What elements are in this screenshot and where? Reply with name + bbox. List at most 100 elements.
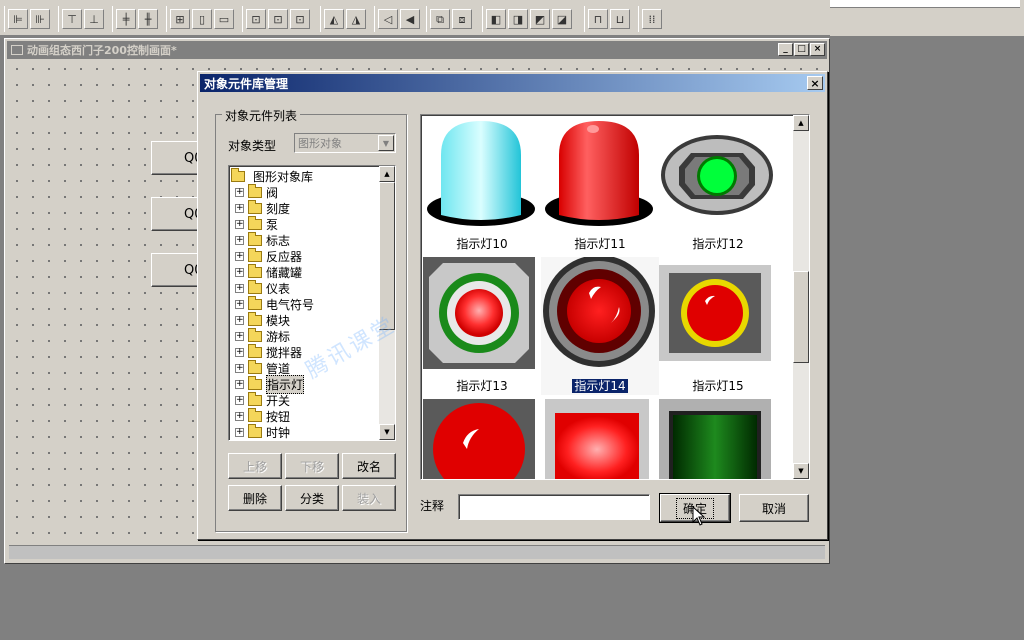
tree-item[interactable]: + 搅拌器	[235, 343, 302, 360]
scroll-up-icon[interactable]: ▲	[793, 115, 809, 131]
same-height-icon[interactable]: ▭	[214, 9, 234, 29]
tree-item[interactable]: + 按钮	[235, 407, 290, 424]
expand-icon[interactable]: +	[235, 219, 244, 229]
space-even-icon[interactable]: ⊡	[290, 9, 310, 29]
flip-v-icon[interactable]: ◮	[346, 9, 366, 29]
mdi-horizontal-scrollbar[interactable]	[9, 545, 825, 559]
bring-front-icon[interactable]: ◧	[486, 9, 506, 29]
rotate-left-icon[interactable]: ◁	[378, 9, 398, 29]
move-up-button[interactable]: 上移	[228, 453, 282, 479]
expand-icon[interactable]: +	[235, 251, 244, 261]
scroll-down-icon[interactable]: ▼	[793, 463, 809, 479]
align-vcenter-icon[interactable]: ╪	[116, 9, 136, 29]
unlock-icon[interactable]: ⊔	[610, 9, 630, 29]
scroll-down-icon[interactable]: ▼	[379, 424, 395, 440]
preview-label: 指示灯10	[456, 237, 508, 251]
expand-icon[interactable]: +	[235, 379, 244, 389]
tree-item[interactable]: + 电气符号	[235, 295, 314, 312]
preview-label-selected: 指示灯14	[572, 379, 628, 393]
preview-item-10[interactable]: 指示灯10	[423, 115, 541, 253]
preview-item-12[interactable]: 指示灯12	[659, 115, 777, 253]
mouse-cursor-icon	[692, 506, 706, 526]
group-icon[interactable]: ⧉	[430, 9, 450, 29]
align-right-icon[interactable]: ⊪	[30, 9, 50, 29]
same-width-icon[interactable]: ▯	[192, 9, 212, 29]
scroll-up-icon[interactable]: ▲	[379, 166, 395, 182]
mdi-title-bar[interactable]: 动画组态西门子200控制画面* _ □ ×	[7, 41, 827, 59]
dialog-close-button[interactable]: ×	[807, 76, 823, 90]
tree-root[interactable]: 图形对象库	[231, 167, 313, 184]
preview-item-17[interactable]	[541, 399, 659, 479]
load-button[interactable]: 装入	[342, 485, 396, 511]
same-size-icon[interactable]: ⊞	[170, 9, 190, 29]
tree-item[interactable]: + 游标	[235, 327, 291, 344]
preview-scrollbar[interactable]: ▲ ▼	[793, 115, 809, 479]
ungroup-icon[interactable]: ⧈	[452, 9, 472, 29]
minimize-button[interactable]: _	[778, 43, 793, 56]
expand-icon[interactable]: +	[235, 203, 244, 213]
delete-button[interactable]: 删除	[228, 485, 282, 511]
align-hcenter-icon[interactable]: ╫	[138, 9, 158, 29]
preview-item-18[interactable]	[659, 399, 777, 479]
rename-button[interactable]: 改名	[342, 453, 396, 479]
expand-icon[interactable]: +	[235, 411, 244, 421]
align-left-icon[interactable]: ⊫	[8, 9, 28, 29]
tree-item[interactable]: + 模块	[235, 311, 290, 328]
expand-icon[interactable]: +	[235, 331, 244, 341]
expand-icon[interactable]: +	[235, 395, 244, 405]
expand-icon[interactable]: +	[235, 283, 244, 293]
tree-item-label: 游标	[266, 329, 291, 344]
expand-icon[interactable]: +	[235, 363, 244, 373]
preview-item-14[interactable]: 指示灯14	[541, 255, 659, 395]
chevron-down-icon[interactable]: ▼	[378, 135, 394, 151]
tree-item[interactable]: + 时钟	[235, 423, 290, 440]
space-h-icon[interactable]: ⊡	[246, 9, 266, 29]
library-tree[interactable]: 图形对象库 + 阀 + 刻度 + 泵 + 标志 + 反应器 + 储藏罐 + 仪表 + 电气符号 + 模块 + 游标 + 搅…	[228, 165, 396, 441]
cancel-button[interactable]: 取消	[739, 494, 809, 522]
tree-item[interactable]: + 标志	[235, 231, 290, 248]
align-bottom-icon[interactable]: ⊥	[84, 9, 104, 29]
send-back-icon[interactable]: ◨	[508, 9, 528, 29]
tree-item[interactable]: + 反应器	[235, 247, 302, 264]
preview-scroll-thumb[interactable]	[793, 271, 809, 363]
maximize-button[interactable]: □	[794, 43, 809, 56]
tree-item[interactable]: + 仪表	[235, 279, 290, 296]
forward-icon[interactable]: ◩	[530, 9, 550, 29]
preview-item-16[interactable]	[423, 399, 541, 479]
expand-icon[interactable]: +	[235, 187, 244, 197]
tree-item-label: 电机	[266, 440, 290, 441]
tree-scrollbar[interactable]: ▲ ▼	[379, 166, 395, 440]
tree-item[interactable]: + 刻度	[235, 199, 290, 216]
flip-h-icon[interactable]: ◭	[324, 9, 344, 29]
move-down-button[interactable]: 下移	[285, 453, 339, 479]
preview-item-11[interactable]: 指示灯11	[541, 115, 659, 253]
type-select[interactable]: 图形对象 ▼	[294, 133, 396, 153]
tree-item[interactable]: + 指示灯	[235, 374, 305, 394]
dialog-title-bar[interactable]: 对象元件库管理 ×	[200, 74, 825, 92]
tree-item[interactable]: + 泵	[235, 215, 278, 232]
note-input[interactable]	[458, 494, 650, 520]
tree-item[interactable]: + 阀	[235, 183, 278, 200]
rotate-right-icon[interactable]: ◀	[400, 9, 420, 29]
preview-grid[interactable]: 指示灯10 指示灯11 指示灯12 指示灯13 指示灯14 指示灯15 ▲ ▼	[420, 114, 810, 480]
preview-item-15[interactable]: 指示灯15	[659, 257, 777, 395]
expand-icon[interactable]: +	[235, 299, 244, 309]
expand-icon[interactable]: +	[235, 427, 244, 437]
grid-icon[interactable]: ⁞⁞	[642, 9, 662, 29]
expand-icon[interactable]: +	[235, 315, 244, 325]
space-v-icon[interactable]: ⊡	[268, 9, 288, 29]
lock-icon[interactable]: ⊓	[588, 9, 608, 29]
tree-scroll-thumb[interactable]	[379, 182, 395, 330]
tree-item[interactable]: + 开关	[235, 391, 290, 408]
preview-item-13[interactable]: 指示灯13	[423, 257, 541, 395]
align-top-icon[interactable]: ⊤	[62, 9, 82, 29]
expand-icon[interactable]: +	[235, 267, 244, 277]
tree-item[interactable]: + 储藏罐	[235, 263, 302, 280]
expand-icon[interactable]: +	[235, 235, 244, 245]
tree-item[interactable]: +电机	[248, 439, 290, 441]
backward-icon[interactable]: ◪	[552, 9, 572, 29]
expand-icon[interactable]: +	[235, 347, 244, 357]
red-square-lamp-icon	[545, 399, 649, 479]
classify-button[interactable]: 分类	[285, 485, 339, 511]
close-button[interactable]: ×	[810, 43, 825, 56]
